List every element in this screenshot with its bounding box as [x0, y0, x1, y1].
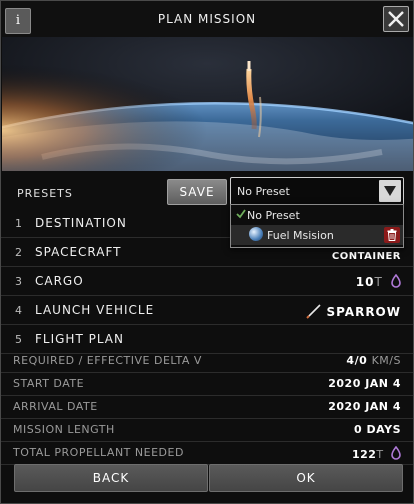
delete-preset-button[interactable] [384, 227, 400, 243]
preset-select[interactable]: No Preset [230, 177, 404, 207]
summary-value: 2020 JAN 4 [328, 377, 401, 390]
summary-value: 4/0 KM/S [346, 354, 401, 367]
back-button[interactable]: BACK [14, 464, 208, 492]
summary-value: 0 DAYS [354, 423, 401, 436]
planet-icon [249, 227, 263, 241]
checkmark-icon [236, 209, 246, 219]
summary-row-mission-length: MISSION LENGTH 0 DAYS [1, 419, 413, 442]
close-button[interactable] [383, 6, 409, 32]
step-number: 4 [15, 304, 22, 317]
summary-value: 2020 JAN 4 [328, 400, 401, 413]
rocket-icon [306, 304, 322, 319]
summary-value: 122T [352, 446, 401, 461]
dropdown-toggle[interactable] [379, 180, 401, 202]
save-preset-button[interactable]: SAVE [167, 179, 227, 205]
step-launch-vehicle[interactable]: 4 LAUNCH VEHICLE SPARROW [1, 296, 413, 325]
preset-select-value: No Preset [237, 185, 290, 198]
step-number: 3 [15, 275, 22, 288]
summary-row-start-date: START DATE 2020 JAN 4 [1, 373, 413, 396]
step-number: 1 [15, 217, 22, 230]
cargo-amount: 10 [355, 275, 375, 289]
chevron-down-icon [384, 186, 396, 196]
delta-v-unit: KM/S [371, 354, 401, 367]
launch-hero-image [2, 37, 413, 171]
step-label: DESTINATION [35, 216, 127, 230]
step-number: 5 [15, 333, 22, 346]
step-cargo[interactable]: 3 CARGO 10T [1, 267, 413, 296]
propellant-drop-icon [391, 274, 401, 288]
mission-summary: REQUIRED / EFFECTIVE DELTA V 4/0 KM/S ST… [1, 350, 413, 465]
plan-mission-dialog: i PLAN MISSION PRESETS SAVE No Preset 1 … [0, 0, 414, 504]
preset-option-fuel-mission[interactable]: Fuel Msision [231, 225, 403, 245]
dialog-title: PLAN MISSION [157, 12, 257, 26]
summary-row-arrival-date: ARRIVAL DATE 2020 JAN 4 [1, 396, 413, 419]
launch-vehicle-name: SPARROW [326, 305, 401, 319]
title-bar: i PLAN MISSION [1, 1, 413, 37]
step-label: SPACECRAFT [35, 245, 122, 259]
ok-button[interactable]: OK [209, 464, 403, 492]
summary-row-delta-v: REQUIRED / EFFECTIVE DELTA V 4/0 KM/S [1, 350, 413, 373]
preset-option-label: No Preset [247, 209, 300, 222]
step-label: CARGO [35, 274, 84, 288]
preset-dropdown-menu: No Preset Fuel Msision [230, 204, 404, 248]
summary-label: START DATE [13, 377, 85, 390]
dialog-footer: BACK OK [1, 461, 413, 495]
preset-option-label: Fuel Msision [267, 229, 334, 242]
propellant-amount: 122 [351, 448, 377, 461]
step-number: 2 [15, 246, 22, 259]
cargo-unit: T [374, 275, 383, 289]
delta-v-value: 4/0 [346, 354, 368, 367]
cargo-value: 10T [356, 274, 401, 289]
close-icon [388, 11, 404, 27]
trash-icon [387, 229, 397, 241]
summary-label: ARRIVAL DATE [13, 400, 98, 413]
summary-label: REQUIRED / EFFECTIVE DELTA V [13, 354, 202, 367]
spacecraft-value-line2: CONTAINER [331, 251, 401, 262]
step-label: LAUNCH VEHICLE [35, 303, 155, 317]
summary-label: TOTAL PROPELLANT NEEDED [13, 446, 184, 459]
summary-label: MISSION LENGTH [13, 423, 115, 436]
preset-option-no-preset[interactable]: No Preset [231, 205, 403, 225]
propellant-drop-icon [391, 446, 401, 460]
presets-label: PRESETS [17, 187, 73, 200]
launch-vehicle-value: SPARROW [306, 303, 401, 319]
step-label: FLIGHT PLAN [35, 332, 124, 346]
propellant-unit: T [376, 448, 384, 461]
